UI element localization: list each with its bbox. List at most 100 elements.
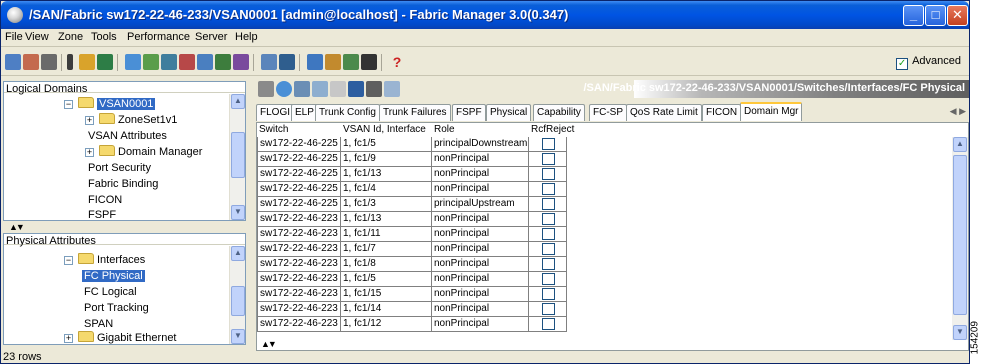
- scroll-thumb[interactable]: [231, 132, 245, 178]
- flow-icon[interactable]: [233, 54, 249, 70]
- help-icon[interactable]: ?: [389, 54, 405, 70]
- tree-item-span[interactable]: SPAN: [84, 317, 113, 332]
- alert-icon[interactable]: [179, 54, 195, 70]
- cell-role[interactable]: nonPrincipal: [432, 182, 529, 197]
- tab-fspf[interactable]: FSPF: [452, 104, 486, 121]
- cell-vsan-interface[interactable]: 1, fc1/13: [341, 212, 432, 227]
- cell-vsan-interface[interactable]: 1, fc1/14: [341, 302, 432, 317]
- terminal-icon[interactable]: [361, 54, 377, 70]
- tree-scrollbar[interactable]: ▲ ▼: [229, 94, 245, 220]
- cell-vsan-interface[interactable]: 1, fc1/15: [341, 287, 432, 302]
- cell-vsan-interface[interactable]: 1, fc1/9: [341, 152, 432, 167]
- rcfreject-checkbox[interactable]: [542, 183, 555, 195]
- cell-switch[interactable]: sw172-22-46-223: [257, 227, 341, 242]
- rcfreject-checkbox[interactable]: [542, 153, 555, 165]
- vsan-icon[interactable]: [143, 54, 159, 70]
- refresh-icon[interactable]: [258, 81, 274, 97]
- tree-item-ficon[interactable]: FICON: [88, 193, 122, 208]
- cell-switch[interactable]: sw172-22-46-223: [257, 287, 341, 302]
- cell-role[interactable]: nonPrincipal: [432, 317, 529, 332]
- tree-item-vsan0001[interactable]: − VSAN0001: [64, 97, 156, 112]
- save-icon[interactable]: [348, 81, 364, 97]
- rcfreject-checkbox[interactable]: [542, 213, 555, 225]
- open-icon[interactable]: [5, 54, 21, 70]
- cell-vsan-interface[interactable]: 1, fc1/5: [341, 137, 432, 152]
- tab-flogi[interactable]: FLOGI: [256, 104, 295, 121]
- tree-item-port-security[interactable]: Port Security: [88, 161, 151, 176]
- splitter-arrows-icon[interactable]: ▲▼: [9, 222, 25, 232]
- title-bar[interactable]: /SAN/Fabric sw172-22-46-233/VSAN0001 [ad…: [1, 1, 969, 29]
- cell-switch[interactable]: sw172-22-46-223: [257, 317, 341, 332]
- cell-switch[interactable]: sw172-22-46-225: [257, 167, 341, 182]
- tree-item-zoneset[interactable]: + ZoneSet1v1: [85, 113, 177, 128]
- table-row[interactable]: sw172-22-46-225 1, fc1/3 principalUpstream: [257, 197, 567, 212]
- menu-zone[interactable]: Zone: [58, 31, 83, 43]
- table-row[interactable]: sw172-22-46-225 1, fc1/4 nonPrincipal: [257, 182, 567, 197]
- tab-scroll-arrows-icon[interactable]: ◀ ▶: [950, 106, 966, 117]
- cell-role[interactable]: nonPrincipal: [432, 167, 529, 182]
- rcfreject-checkbox[interactable]: [542, 258, 555, 270]
- cell-role[interactable]: nonPrincipal: [432, 152, 529, 167]
- sessions-icon[interactable]: [279, 54, 295, 70]
- events-icon[interactable]: [307, 54, 323, 70]
- rcfreject-checkbox[interactable]: [542, 318, 555, 330]
- cell-role[interactable]: principalUpstream: [432, 197, 529, 212]
- tab-capability[interactable]: Capability: [533, 104, 585, 121]
- table-row[interactable]: sw172-22-46-223 1, fc1/7 nonPrincipal: [257, 242, 567, 257]
- monitor-icon[interactable]: [343, 54, 359, 70]
- menu-file[interactable]: File: [5, 31, 23, 43]
- table-row[interactable]: sw172-22-46-223 1, fc1/14 nonPrincipal: [257, 302, 567, 317]
- scroll-up-icon[interactable]: ▲: [953, 137, 967, 152]
- cell-role[interactable]: nonPrincipal: [432, 272, 529, 287]
- advanced-checkbox[interactable]: ✓ Advanced: [896, 55, 961, 70]
- splitter-arrows-icon[interactable]: ▲▼: [261, 339, 277, 349]
- rcfreject-checkbox[interactable]: [542, 168, 555, 180]
- cell-vsan-interface[interactable]: 1, fc1/12: [341, 317, 432, 332]
- tab-physical[interactable]: Physical: [486, 104, 532, 121]
- lock-icon[interactable]: [79, 54, 95, 70]
- rcfreject-checkbox[interactable]: [542, 303, 555, 315]
- cell-role[interactable]: nonPrincipal: [432, 212, 529, 227]
- minimize-button[interactable]: _: [903, 5, 924, 26]
- table-row[interactable]: sw172-22-46-223 1, fc1/8 nonPrincipal: [257, 257, 567, 272]
- scroll-thumb[interactable]: [953, 155, 967, 315]
- tab-trunk-failures[interactable]: Trunk Failures: [379, 104, 451, 121]
- tree-item-gigabit-ethernet[interactable]: + Gigabit Ethernet: [64, 331, 177, 346]
- table-row[interactable]: sw172-22-46-223 1, fc1/13 nonPrincipal: [257, 212, 567, 227]
- tree-item-port-tracking[interactable]: Port Tracking: [84, 301, 149, 316]
- cell-switch[interactable]: sw172-22-46-225: [257, 152, 341, 167]
- delete-row-icon[interactable]: [312, 81, 328, 97]
- cell-vsan-interface[interactable]: 1, fc1/4: [341, 182, 432, 197]
- table-row[interactable]: sw172-22-46-223 1, fc1/15 nonPrincipal: [257, 287, 567, 302]
- menu-tools[interactable]: Tools: [91, 31, 117, 43]
- tree-item-fabric-binding[interactable]: Fabric Binding: [88, 177, 158, 192]
- cell-switch[interactable]: sw172-22-46-223: [257, 242, 341, 257]
- tab-trunk-config[interactable]: Trunk Config: [315, 104, 380, 121]
- cell-vsan-interface[interactable]: 1, fc1/7: [341, 242, 432, 257]
- cell-vsan-interface[interactable]: 1, fc1/5: [341, 272, 432, 287]
- tree-item-vsan-attributes[interactable]: VSAN Attributes: [88, 129, 167, 144]
- rcfreject-checkbox[interactable]: [542, 288, 555, 300]
- cell-vsan-interface[interactable]: 1, fc1/11: [341, 227, 432, 242]
- tree-item-fspf[interactable]: FSPF: [88, 208, 116, 223]
- table-scrollbar[interactable]: ▲ ▼: [952, 137, 968, 340]
- cell-switch[interactable]: sw172-22-46-223: [257, 257, 341, 272]
- cell-role[interactable]: principalDownstream: [432, 137, 529, 152]
- expand-icon[interactable]: +: [85, 116, 94, 125]
- scroll-thumb[interactable]: [231, 286, 245, 316]
- tab-domain-mgr[interactable]: Domain Mgr: [740, 102, 803, 121]
- table-row[interactable]: sw172-22-46-223 1, fc1/12 nonPrincipal: [257, 317, 567, 332]
- column-header-rcfreject[interactable]: RcfReject: [529, 123, 574, 137]
- table-row[interactable]: sw172-22-46-225 1, fc1/5 principalDownstre…: [257, 137, 567, 152]
- menu-server[interactable]: Server: [195, 31, 227, 43]
- column-header-vsan-interface[interactable]: VSAN Id, Interface: [341, 123, 426, 137]
- chart-icon[interactable]: [215, 54, 231, 70]
- expand-icon[interactable]: +: [64, 334, 73, 343]
- menu-performance[interactable]: Performance: [127, 31, 190, 43]
- cell-vsan-interface[interactable]: 1, fc1/3: [341, 197, 432, 212]
- rcfreject-checkbox[interactable]: [542, 228, 555, 240]
- cell-role[interactable]: nonPrincipal: [432, 257, 529, 272]
- discover-icon[interactable]: [23, 54, 39, 70]
- find-icon[interactable]: [41, 54, 57, 70]
- scroll-down-icon[interactable]: ▼: [231, 329, 245, 344]
